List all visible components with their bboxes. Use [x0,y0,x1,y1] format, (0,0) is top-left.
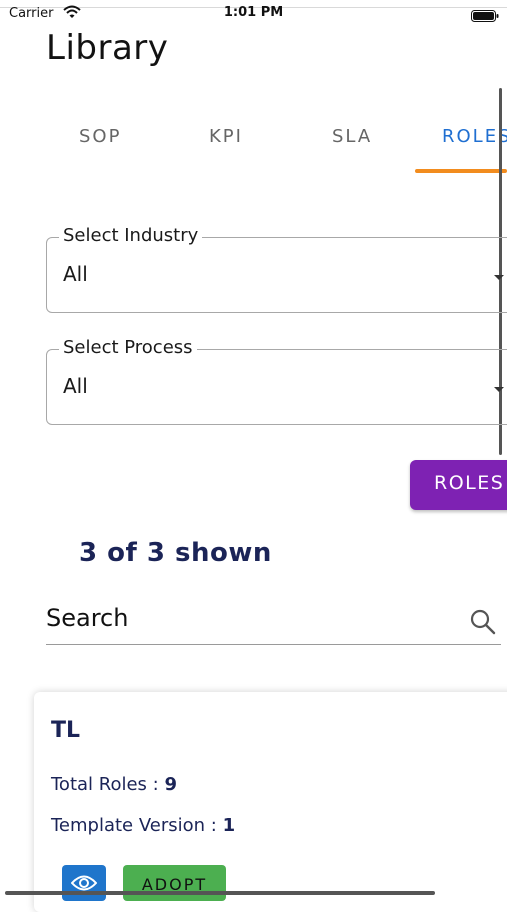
process-select[interactable]: Select Process All [46,337,507,425]
results-count: 3 of 3 shown [79,538,272,568]
tab-sop[interactable]: SOP [79,126,121,147]
roles-button[interactable]: ROLES [410,460,507,510]
tab-bar: SOP KPI SLA ROLES [0,112,507,174]
search-icon[interactable] [469,608,497,636]
home-indicator [5,891,435,895]
chevron-down-icon [494,387,504,392]
industry-select[interactable]: Select Industry All [46,225,507,313]
search-input[interactable] [46,600,446,636]
industry-select-label: Select Industry [59,225,203,246]
search-bar [46,596,501,645]
battery-icon [471,7,499,22]
total-roles-value: 9 [164,774,177,795]
total-roles-label: Total Roles : [51,774,165,795]
template-version: Template Version : 1 [51,815,235,836]
role-card: TL Total Roles : 9 Template Version : 1 … [34,692,507,912]
status-bar: Carrier 1:01 PM [0,0,507,28]
page-title: Library [46,28,169,68]
status-time: 1:01 PM [223,5,284,20]
process-select-value: All [63,374,88,398]
tab-kpi[interactable]: KPI [209,126,243,147]
tab-sla[interactable]: SLA [332,126,372,147]
template-version-value: 1 [222,815,236,836]
tab-roles[interactable]: ROLES [442,126,507,147]
process-select-label: Select Process [59,337,197,358]
total-roles: Total Roles : 9 [51,774,177,795]
chevron-down-icon [494,275,504,280]
industry-select-value: All [63,262,88,286]
active-tab-indicator [415,169,507,173]
adopt-button[interactable]: ADOPT [123,865,226,901]
view-button[interactable] [62,865,106,901]
card-title: TL [51,718,81,743]
template-version-label: Template Version : [51,815,223,836]
